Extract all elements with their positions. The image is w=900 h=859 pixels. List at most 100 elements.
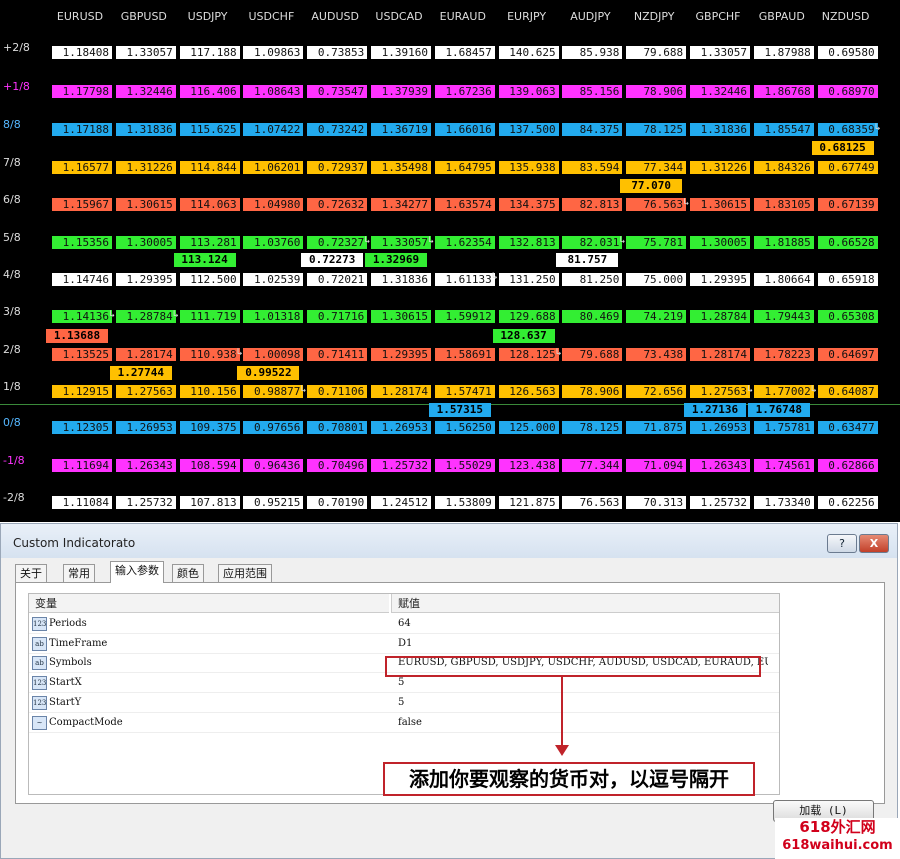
level-value: 1.03760 (243, 236, 304, 249)
pair-header: EURUSD (56, 10, 104, 23)
level-value: 114.063 (179, 198, 240, 211)
level-value: 78.906 (626, 85, 687, 98)
param-name: TimeFrame (49, 637, 108, 649)
param-row-periods[interactable]: 123 Periods 64 (29, 614, 779, 634)
string-type-icon: ab (32, 656, 47, 671)
help-button[interactable]: ? (827, 534, 857, 553)
param-value[interactable]: 64 (398, 614, 768, 633)
level-value: 1.26343 (690, 459, 750, 472)
current-price: 81.757 (556, 253, 619, 267)
level-value: 1.30005 (115, 236, 176, 249)
level-value: 77.344 (626, 161, 687, 174)
tab-2[interactable]: 输入参数 (110, 561, 164, 583)
level-value: 0.64697 (817, 348, 878, 361)
level-value: 110.938 (179, 348, 240, 361)
level-value: 1.17188 (52, 123, 112, 136)
level-value: 1.57471 (434, 385, 495, 398)
param-row-compactmode[interactable]: ~ CompactMode false (29, 713, 779, 733)
level-value: 1.35498 (371, 161, 431, 174)
level-value: 1.27563 (690, 385, 750, 398)
param-value[interactable]: D1 (398, 634, 768, 653)
level-value: 0.64087 (817, 385, 878, 398)
level-pointer-icon: ↳ (555, 347, 562, 358)
param-name: CompactMode (49, 716, 123, 728)
level-value: 1.79443 (753, 310, 814, 323)
level-value: 1.04980 (243, 198, 304, 211)
level-value: 1.59912 (434, 310, 495, 323)
level-value: 108.594 (179, 459, 240, 472)
tab-4[interactable]: 应用范围 (218, 564, 272, 582)
param-name: StartY (49, 696, 82, 708)
level-value: 0.72937 (307, 161, 368, 174)
level-value: 110.156 (179, 385, 240, 398)
param-name: Symbols (49, 657, 92, 669)
level-value: 1.28784 (115, 310, 176, 323)
param-value[interactable]: false (398, 713, 768, 732)
level-value: 1.31836 (690, 123, 750, 136)
level-value: 75.781 (626, 236, 687, 249)
current-price: 1.27136 (684, 403, 746, 417)
close-button[interactable]: X (859, 534, 889, 553)
level-value: 1.01318 (243, 310, 304, 323)
tab-0[interactable]: 关于 (15, 564, 47, 582)
level-value: 73.438 (626, 348, 687, 361)
murrey-math-chart: EURUSD GBPUSD USDJPY USDCHF AUDUSD USDCAD EURA… (0, 0, 900, 522)
tab-3[interactable]: 颜色 (172, 564, 204, 582)
param-row-starty[interactable]: 123 StartY 5 (29, 693, 779, 713)
level-value: 139.063 (498, 85, 559, 98)
level-value: 1.00098 (243, 348, 304, 361)
level-pointer-icon: ↳ (364, 235, 371, 246)
level-value: 76.563 (626, 198, 687, 211)
level-label: 8/8 (3, 118, 21, 131)
level-value: 1.74561 (753, 459, 814, 472)
level-value: 1.58691 (434, 348, 495, 361)
dialog-titlebar: Custom Indicatorato ? X (1, 524, 897, 558)
level-value: 1.39160 (371, 46, 431, 59)
callout-arrow-line (561, 677, 563, 747)
current-price: 0.72273 (301, 253, 364, 267)
level-value: 134.375 (498, 198, 559, 211)
level-value: 78.906 (562, 385, 623, 398)
level-pointer-icon: ↳ (428, 235, 435, 246)
level-value: 1.15967 (52, 198, 112, 211)
level-value: 1.37939 (371, 85, 431, 98)
level-value: 85.156 (562, 85, 623, 98)
pair-header: USDCAD (375, 10, 423, 23)
level-value: 121.875 (498, 496, 559, 509)
column-header-value[interactable]: 赋值 (391, 594, 779, 613)
level-value: 1.14136 (52, 310, 112, 323)
level-value: 71.875 (626, 421, 687, 434)
level-value: 1.25732 (371, 459, 431, 472)
level-value: 1.16577 (52, 161, 112, 174)
level-value: 1.26953 (371, 421, 431, 434)
tab-1[interactable]: 常用 (63, 564, 95, 582)
level-value: 0.65308 (817, 310, 878, 323)
level-value: 1.26343 (115, 459, 176, 472)
column-header-variable[interactable]: 变量 (29, 594, 389, 613)
level-value: 1.78223 (753, 348, 814, 361)
level-value: 1.85547 (753, 123, 814, 136)
level-value: 1.68457 (434, 46, 495, 59)
level-label: +2/8 (3, 41, 30, 54)
level-value: 77.344 (562, 459, 623, 472)
level-value: 125.000 (498, 421, 559, 434)
level-value: 0.95215 (243, 496, 304, 509)
level-value: 1.33057 (371, 236, 431, 249)
level-label: -1/8 (3, 454, 25, 467)
level-label: 3/8 (3, 305, 21, 318)
level-value: 0.97656 (243, 421, 304, 434)
level-value: 1.30615 (115, 198, 176, 211)
level-value: 78.125 (626, 123, 687, 136)
current-price: 1.13688 (46, 329, 108, 343)
param-name: StartX (49, 677, 82, 689)
param-row-timeframe[interactable]: ab TimeFrame D1 (29, 634, 779, 654)
level-value: 1.11694 (52, 459, 112, 472)
number-type-icon: 123 (32, 676, 47, 691)
level-value: 1.31836 (371, 273, 431, 286)
level-value: 1.02539 (243, 273, 304, 286)
param-value[interactable]: 5 (398, 693, 768, 712)
level-value: 1.30005 (690, 236, 750, 249)
level-pointer-icon: ↳ (172, 309, 179, 320)
pair-header: USDCHF (248, 10, 295, 23)
level-pointer-icon: ↳ (300, 384, 307, 395)
